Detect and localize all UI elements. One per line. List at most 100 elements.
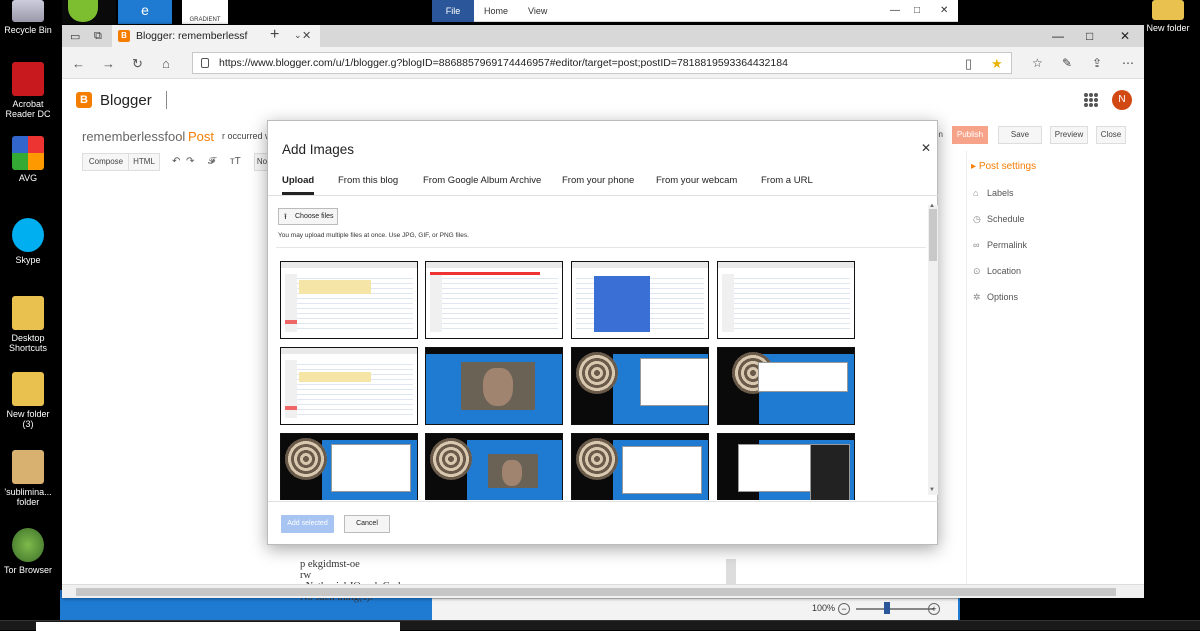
dialog-scroll-thumb[interactable] — [929, 209, 937, 261]
browser-minimize-icon[interactable]: — — [1052, 29, 1064, 43]
tab-blogger[interactable]: B Blogger: rememberlessf ✕ — [112, 25, 320, 47]
zoom-slider-thumb[interactable] — [884, 602, 890, 614]
new-folder-3-icon[interactable]: New folder (3) — [0, 372, 56, 429]
save-button[interactable]: Save — [998, 126, 1042, 144]
avg-icon[interactable]: AVG — [0, 136, 56, 183]
choose-files-button[interactable]: ⭱ Choose files — [278, 208, 338, 225]
thumb-toolbar — [281, 262, 417, 268]
publish-button[interactable]: Publish — [952, 126, 988, 144]
avatar[interactable]: N — [1112, 90, 1132, 110]
scroll-up-icon[interactable]: ▲ — [929, 203, 935, 209]
tab-groups-icon[interactable]: ▭ — [70, 30, 80, 43]
gear-icon: ✲ — [973, 292, 981, 302]
taskbar — [0, 620, 1200, 631]
add-selected-button[interactable]: Add selected — [281, 515, 334, 533]
thumb-spiral — [285, 438, 327, 480]
favorites-hub-icon[interactable]: ☆ — [1032, 56, 1043, 70]
undo-icon[interactable]: ↶ — [172, 156, 180, 167]
zoom-slider[interactable] — [856, 608, 934, 610]
browser-maximize-icon[interactable]: □ — [1086, 29, 1093, 43]
url-field[interactable]: https://www.blogger.com/u/1/blogger.g?bl… — [192, 52, 1012, 74]
skype-icon[interactable]: Skype — [0, 218, 56, 265]
pin-icon: ⊙ — [973, 266, 981, 276]
tab-from-your-phone[interactable]: From your phone — [562, 175, 634, 186]
image-thumbnail[interactable] — [425, 347, 563, 425]
page-horizontal-scrollbar[interactable] — [62, 584, 1144, 598]
compose-mode-button[interactable]: Compose — [82, 153, 130, 171]
thumb-red-marker — [285, 320, 297, 324]
image-thumbnail[interactable] — [280, 347, 418, 425]
home-icon[interactable]: ⌂ — [162, 56, 170, 71]
word-minimize-icon[interactable]: — — [890, 0, 900, 22]
word-tab-view[interactable]: View — [528, 0, 547, 22]
image-thumbnail[interactable] — [425, 261, 563, 339]
tab-google-album-archive[interactable]: From Google Album Archive — [423, 175, 541, 186]
browser-close-icon[interactable]: ✕ — [1120, 29, 1130, 43]
image-thumbnail[interactable] — [425, 433, 563, 500]
tab-dropdown-icon[interactable]: ⌄ — [294, 30, 302, 41]
redo-icon[interactable]: ↷ — [186, 156, 194, 167]
image-thumbnail[interactable] — [571, 261, 709, 339]
new-folder-icon[interactable]: New folder — [1140, 0, 1196, 33]
tor-browser-icon[interactable]: Tor Browser — [0, 528, 56, 575]
image-thumbnail[interactable] — [717, 261, 855, 339]
back-icon[interactable]: ← — [72, 56, 85, 71]
reading-view-icon[interactable]: ▯ — [965, 56, 972, 72]
tab-close-icon[interactable]: ✕ — [302, 29, 311, 42]
image-thumbnail[interactable] — [571, 347, 709, 425]
cancel-button[interactable]: Cancel — [344, 515, 390, 533]
close-button[interactable]: Close — [1096, 126, 1126, 144]
settings-labels[interactable]: Labels — [987, 188, 1014, 198]
add-images-dialog: Add Images ✕ Upload From this blog From … — [267, 120, 939, 545]
word-maximize-icon[interactable]: □ — [914, 0, 920, 22]
blogger-logo-icon[interactable]: B — [76, 92, 92, 108]
image-thumbnail[interactable] — [280, 433, 418, 500]
thumb-content — [722, 274, 850, 332]
page-scroll-thumb[interactable] — [76, 588, 1116, 596]
image-thumbnail[interactable] — [717, 433, 855, 500]
tab-upload[interactable]: Upload — [282, 175, 315, 195]
acrobat-reader-icon[interactable]: Acrobat Reader DC — [0, 62, 56, 119]
edge-shortcut-icon[interactable]: e — [118, 0, 172, 24]
body-divider — [276, 247, 926, 248]
settings-options[interactable]: Options — [987, 292, 1018, 302]
utorrent-icon[interactable] — [62, 0, 116, 24]
desktop-shortcuts-icon[interactable]: Desktop Shortcuts — [0, 296, 56, 353]
settings-schedule[interactable]: Schedule — [987, 214, 1025, 224]
settings-permalink[interactable]: Permalink — [987, 240, 1027, 250]
image-thumbnail[interactable] — [280, 261, 418, 339]
share-icon[interactable]: ⇪ — [1092, 56, 1102, 70]
tab-from-this-blog[interactable]: From this blog — [338, 175, 398, 186]
google-apps-icon[interactable] — [1084, 93, 1098, 107]
image-thumbnail[interactable] — [571, 433, 709, 500]
post-settings-heading[interactable]: ▸ Post settings — [971, 161, 1036, 172]
word-close-icon[interactable]: ✕ — [940, 0, 948, 22]
web-note-icon[interactable]: ✎ — [1062, 56, 1072, 70]
font-icon[interactable]: 𝓕 — [208, 156, 215, 167]
tab-from-your-webcam[interactable]: From your webcam — [656, 175, 737, 186]
forward-icon[interactable]: → — [102, 56, 115, 71]
gradient-app-icon[interactable]: GRADIENT — [182, 0, 228, 24]
zoom-in-icon[interactable]: + — [928, 603, 940, 615]
thumb-spiral — [430, 438, 472, 480]
scroll-down-icon[interactable]: ▼ — [929, 487, 935, 493]
word-tab-home[interactable]: Home — [484, 0, 508, 22]
new-tab-icon[interactable]: + — [270, 26, 279, 44]
word-file-tab[interactable]: File — [432, 0, 474, 22]
favorite-star-icon[interactable]: ★ — [991, 56, 1003, 72]
subliminal-folder-icon[interactable]: 'sublimina... folder — [0, 450, 56, 507]
settings-location[interactable]: Location — [987, 266, 1021, 276]
zoom-out-icon[interactable]: − — [838, 603, 850, 615]
tab-from-a-url[interactable]: From a URL — [761, 175, 813, 186]
refresh-icon[interactable]: ↻ — [132, 56, 143, 72]
tab-preview-icon[interactable]: ⧉ — [94, 30, 102, 43]
blogger-app-name[interactable]: Blogger — [100, 92, 152, 109]
preview-button[interactable]: Preview — [1050, 126, 1088, 144]
image-thumbnail[interactable] — [717, 347, 855, 425]
font-size-icon[interactable]: ᴛT — [230, 156, 241, 167]
recycle-bin-icon[interactable]: Recycle Bin — [0, 0, 56, 35]
close-icon[interactable]: ✕ — [921, 141, 931, 155]
breadcrumb-blog-name[interactable]: rememberlessfool — [82, 129, 185, 144]
html-mode-button[interactable]: HTML — [128, 153, 160, 171]
more-icon[interactable]: ⋯ — [1122, 56, 1134, 70]
